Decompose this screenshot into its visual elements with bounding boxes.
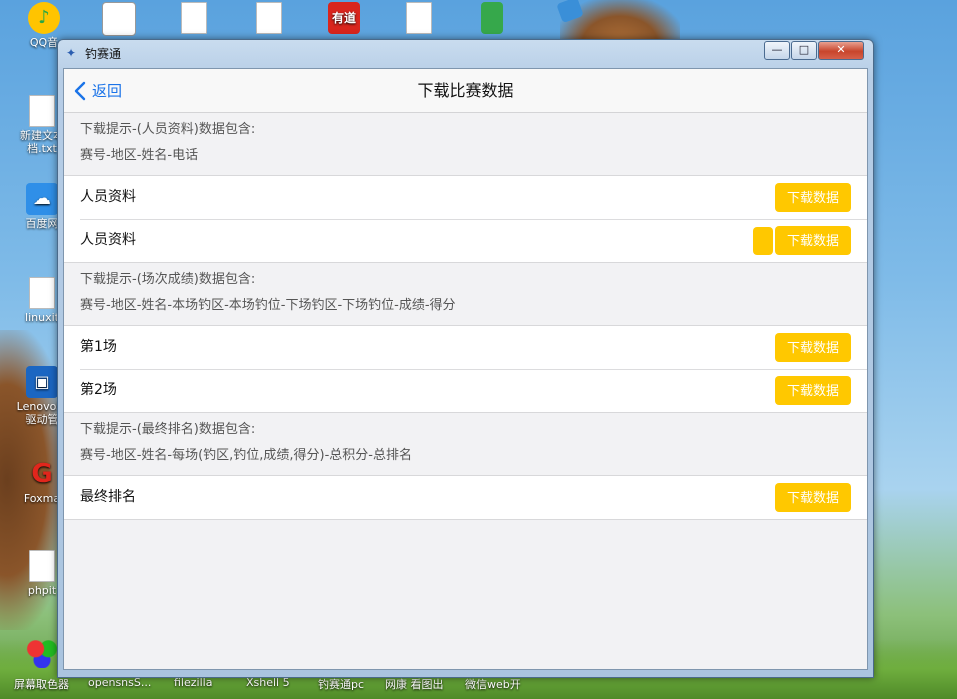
app-content: 返回 下载比赛数据 下载提示-(人员资料)数据包含: 赛号-地区-姓名-电话 人… bbox=[63, 68, 868, 670]
close-button[interactable]: ✕ bbox=[818, 41, 864, 60]
rowgroup-rounds: 第1场 下载数据 第2场 下载数据 bbox=[64, 325, 867, 413]
hint-fields: 赛号-地区-姓名-本场钓区-本场钓位-下场钓区-下场钓位-成绩-得分 bbox=[80, 298, 456, 313]
desktop-icon-doc-2[interactable] bbox=[239, 2, 299, 36]
hint-title: 下载提示-(最终排名)数据包含: bbox=[80, 422, 256, 437]
page-title: 下载比赛数据 bbox=[417, 81, 514, 100]
desktop-icon-youdao[interactable]: 有道 bbox=[314, 2, 374, 36]
download-data-button[interactable]: 下载数据 bbox=[775, 333, 851, 362]
desktop-icon-doc-3[interactable] bbox=[389, 2, 449, 36]
desktop-label-color-picker[interactable]: 屏幕取色器 bbox=[14, 676, 69, 692]
row-label: 人员资料 bbox=[80, 189, 136, 205]
app-icon: ✦ bbox=[66, 46, 77, 60]
hint-title: 下载提示-(人员资料)数据包含: bbox=[80, 122, 256, 137]
back-label: 返回 bbox=[92, 82, 123, 100]
document-icon bbox=[406, 2, 432, 34]
download-data-button[interactable]: 下载数据 bbox=[775, 483, 851, 512]
rowgroup-final-ranking: 最终排名 下载数据 bbox=[64, 475, 867, 520]
desktop-label-image-viewer[interactable]: 网康 看图出 bbox=[385, 676, 444, 692]
section-hint-final-ranking: 下载提示-(最终排名)数据包含: 赛号-地区-姓名-每场(钓区,钓位,成绩,得分… bbox=[64, 417, 867, 469]
minimize-button[interactable]: — bbox=[764, 41, 790, 60]
chevron-left-icon bbox=[74, 81, 86, 100]
monitor-icon: ▣ bbox=[26, 366, 58, 398]
document-icon bbox=[29, 550, 55, 582]
back-button[interactable]: 返回 bbox=[74, 69, 122, 112]
list-item: 第1场 下载数据 bbox=[64, 326, 867, 369]
blue-tool-icon bbox=[556, 0, 584, 24]
hint-fields: 赛号-地区-姓名-每场(钓区,钓位,成绩,得分)-总积分-总排名 bbox=[80, 448, 412, 463]
list-item: 人员资料 下载数据 bbox=[64, 176, 867, 219]
row-label: 最终排名 bbox=[80, 489, 136, 505]
rowgroup-personnel: 人员资料 下载数据 人员资料 下载数据 bbox=[64, 175, 867, 263]
row-label: 第2场 bbox=[80, 382, 117, 398]
window-title: 钓赛通 bbox=[85, 47, 122, 61]
download-data-button[interactable]: 下载数据 bbox=[775, 226, 851, 255]
qr-code-icon bbox=[102, 2, 136, 36]
nav-bar: 返回 下载比赛数据 bbox=[64, 69, 867, 113]
document-icon bbox=[181, 2, 207, 34]
document-icon bbox=[256, 2, 282, 34]
download-button-ghost[interactable] bbox=[753, 227, 773, 255]
list-item: 最终排名 下载数据 bbox=[64, 476, 867, 519]
cloud-icon: ☁ bbox=[26, 183, 58, 215]
color-picker-icon bbox=[26, 636, 58, 668]
youdao-icon: 有道 bbox=[328, 2, 360, 34]
desktop-label-diaosaitong-pc[interactable]: 钓赛通pc bbox=[318, 676, 364, 692]
list-item: 人员资料 下载数据 bbox=[64, 219, 867, 262]
desktop-label-wechat-devtools[interactable]: 微信web开 bbox=[465, 676, 521, 692]
row-label: 第1场 bbox=[80, 339, 117, 355]
app-window: ✦ 钓赛通 — □ ✕ 返回 下载比赛数据 下载提示-(人员资料)数据包含: 赛… bbox=[57, 39, 874, 678]
hint-title: 下载提示-(场次成绩)数据包含: bbox=[80, 272, 256, 287]
maximize-button[interactable]: □ bbox=[791, 41, 817, 60]
section-hint-rounds: 下载提示-(场次成绩)数据包含: 赛号-地区-姓名-本场钓区-本场钓位-下场钓区… bbox=[64, 267, 867, 319]
qq-music-icon: ♪ bbox=[28, 2, 60, 34]
foxmail-icon: G bbox=[31, 459, 53, 489]
section-hint-personnel: 下载提示-(人员资料)数据包含: 赛号-地区-姓名-电话 bbox=[64, 117, 867, 169]
download-data-button[interactable]: 下载数据 bbox=[775, 183, 851, 212]
desktop-icon-qr[interactable] bbox=[89, 2, 149, 38]
document-icon bbox=[29, 95, 55, 127]
desktop-icon-blue-tool[interactable] bbox=[540, 0, 600, 24]
window-titlebar[interactable]: ✦ 钓赛通 — □ ✕ bbox=[58, 40, 873, 66]
document-icon bbox=[29, 277, 55, 309]
green-app-icon bbox=[481, 2, 503, 34]
hint-fields: 赛号-地区-姓名-电话 bbox=[80, 148, 199, 163]
download-data-button[interactable]: 下载数据 bbox=[775, 376, 851, 405]
desktop-icon-green[interactable] bbox=[462, 2, 522, 36]
desktop-icon-doc-1[interactable] bbox=[164, 2, 224, 36]
list-item: 第2场 下载数据 bbox=[64, 369, 867, 412]
row-label: 人员资料 bbox=[80, 232, 136, 248]
